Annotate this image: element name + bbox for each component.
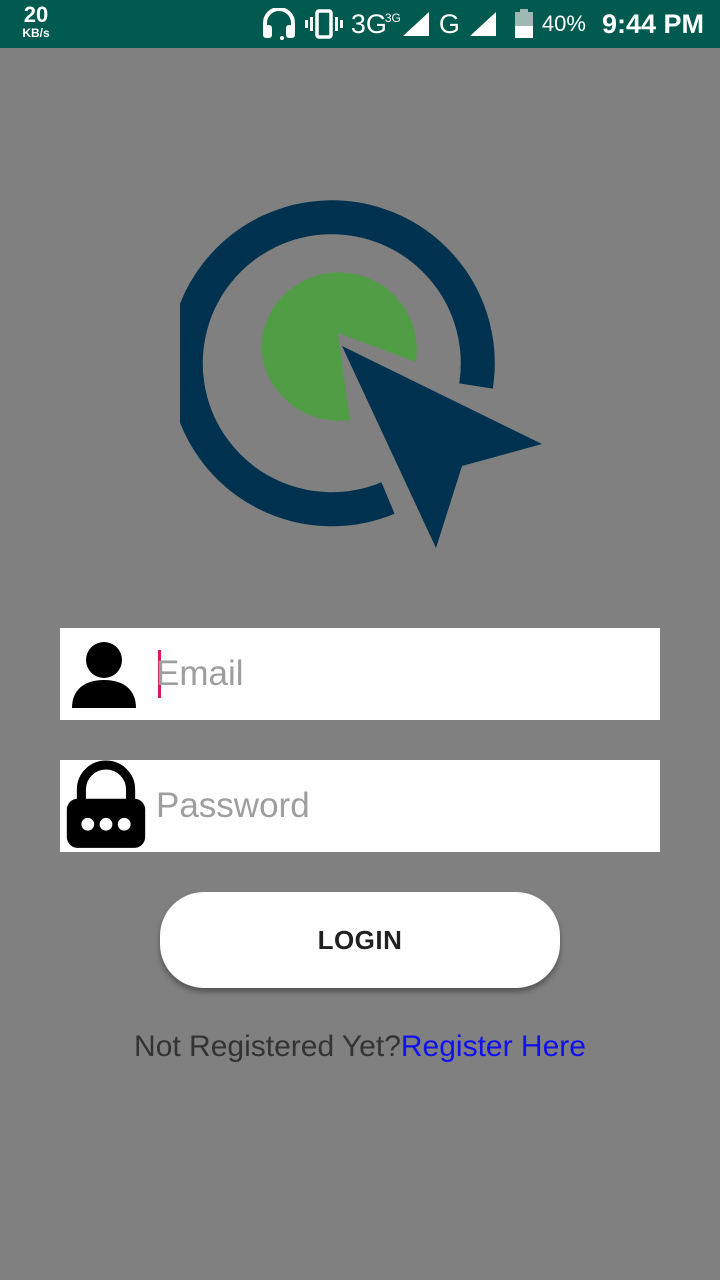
- clock: 9:44 PM: [601, 8, 704, 39]
- network-3g-label: 3G: [350, 8, 387, 39]
- network-speed-unit: KB/s: [22, 26, 50, 40]
- lock-icon: [66, 760, 146, 848]
- email-input[interactable]: [156, 628, 646, 720]
- network-3g: 3G 3G: [350, 8, 401, 40]
- password-field[interactable]: [60, 760, 660, 852]
- headset-icon: [262, 8, 295, 40]
- network-g: G: [438, 8, 460, 39]
- network-speed: 20 KB/s: [14, 2, 58, 40]
- user-icon: [72, 642, 136, 708]
- signal-icon: [469, 12, 496, 36]
- status-bar: 20 KB/s 3G 3G G 40% 9:44 PM: [0, 0, 720, 48]
- login-button[interactable]: LOGIN: [160, 892, 560, 988]
- network-speed-value: 20: [23, 2, 49, 27]
- password-input[interactable]: [156, 760, 646, 852]
- register-prompt: Not Registered Yet?Register Here: [0, 1030, 720, 1064]
- network-3g-sup: 3G: [384, 10, 401, 25]
- battery-icon: [514, 9, 533, 38]
- vibrate-icon: [304, 9, 343, 39]
- app-logo: [180, 200, 542, 548]
- email-field[interactable]: [60, 628, 660, 720]
- not-registered-text: Not Registered Yet?: [134, 1030, 401, 1063]
- register-link[interactable]: Register Here: [401, 1030, 586, 1063]
- signal-icon: [402, 12, 429, 36]
- battery-percent: 40%: [541, 11, 586, 36]
